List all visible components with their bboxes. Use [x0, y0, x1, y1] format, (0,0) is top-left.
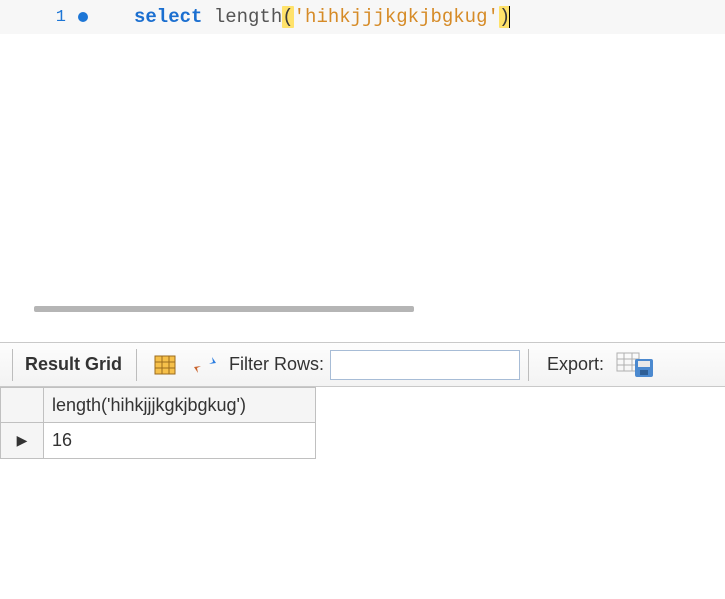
- sql-editor[interactable]: 1 select length('hihkjjjkgkjbgkug'): [0, 0, 725, 300]
- column-header[interactable]: length('hihkjjjkgkjbgkug'): [44, 387, 316, 423]
- sql-keyword: select: [134, 6, 202, 28]
- sql-string: 'hihkjjjkgkjbgkug': [294, 6, 499, 28]
- editor-gutter: 1: [0, 8, 100, 27]
- export-label: Export:: [547, 354, 604, 375]
- separator: [136, 349, 137, 381]
- refresh-icon[interactable]: [193, 353, 217, 377]
- export-icon[interactable]: [616, 353, 656, 377]
- table-row[interactable]: ▶ 16: [0, 423, 725, 459]
- code-text[interactable]: select length('hihkjjjkgkjbgkug'): [100, 6, 725, 28]
- cell[interactable]: 16: [44, 423, 316, 459]
- grid-view-icon[interactable]: [153, 353, 177, 377]
- cell-value: 16: [52, 430, 72, 451]
- line-number: 1: [56, 8, 66, 27]
- results-toolbar: Result Grid Filter Rows: Export:: [0, 342, 725, 387]
- results-header-row: length('hihkjjjkgkjbgkug'): [0, 387, 725, 423]
- open-paren: (: [282, 6, 293, 28]
- code-line[interactable]: 1 select length('hihkjjjkgkjbgkug'): [0, 0, 725, 34]
- column-header-label: length('hihkjjjkgkjbgkug'): [52, 395, 246, 416]
- filter-rows-input[interactable]: [330, 350, 520, 380]
- corner-cell[interactable]: [0, 387, 44, 423]
- current-row-indicator-icon: ▶: [17, 432, 28, 449]
- scrollbar-thumb[interactable]: [34, 306, 414, 312]
- separator: [12, 349, 13, 381]
- pane-divider[interactable]: [0, 318, 725, 342]
- row-header[interactable]: ▶: [0, 423, 44, 459]
- results-grid[interactable]: length('hihkjjjkgkjbgkug') ▶ 16: [0, 387, 725, 459]
- editor-horizontal-scrollbar[interactable]: [34, 306, 414, 314]
- filter-rows-label: Filter Rows:: [229, 354, 324, 375]
- result-grid-label: Result Grid: [25, 354, 122, 375]
- text-cursor: [509, 6, 510, 28]
- separator: [528, 349, 529, 381]
- breakpoint-dot-icon[interactable]: [78, 12, 88, 22]
- sql-function: length: [214, 6, 282, 28]
- whitespace: [202, 6, 213, 28]
